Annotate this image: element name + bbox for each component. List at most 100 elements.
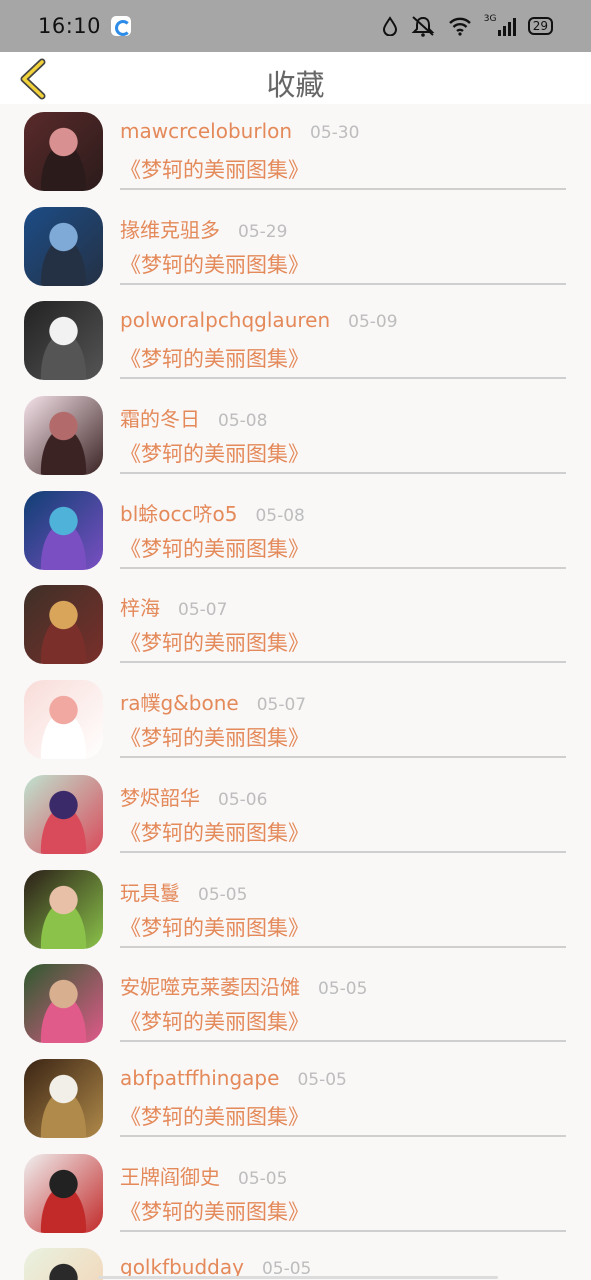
album-title-link[interactable]: 《梦轲的美丽图集》: [120, 627, 309, 657]
favorite-list-item[interactable]: 梓海 05-07 《梦轲的美丽图集》: [0, 577, 591, 672]
user-avatar[interactable]: [24, 206, 103, 286]
user-avatar[interactable]: [24, 585, 103, 665]
favorite-list-item[interactable]: 霜的冬日 05-08 《梦轲的美丽图集》: [0, 388, 591, 483]
divider: [120, 282, 566, 285]
user-avatar[interactable]: [24, 869, 103, 949]
user-name[interactable]: 梓海: [120, 592, 160, 621]
scroll-indicator: [98, 1276, 498, 1279]
divider: [120, 661, 566, 664]
favorite-list-item[interactable]: bl蜍occ哜o5 05-08 《梦轲的美丽图集》: [0, 483, 591, 578]
user-name[interactable]: 安妮噬克莱萎因沿傩: [120, 971, 300, 1000]
divider: [120, 472, 566, 475]
user-name[interactable]: mawcrceloburlon: [120, 119, 292, 143]
album-title-link[interactable]: 《梦轲的美丽图集》: [120, 154, 309, 184]
album-title-link[interactable]: 《梦轲的美丽图集》: [120, 817, 309, 847]
item-header: 掾维克驵多 05-29: [120, 214, 287, 243]
user-name[interactable]: abfpatffhingape: [120, 1066, 279, 1090]
title-bar: 收藏: [0, 52, 591, 104]
favorite-list-item[interactable]: mawcrceloburlon 05-30 《梦轲的美丽图集》: [0, 104, 591, 199]
divider: [120, 1229, 566, 1232]
item-header: mawcrceloburlon 05-30: [120, 119, 359, 143]
user-avatar[interactable]: [24, 774, 103, 854]
divider: [120, 566, 566, 569]
divider: [120, 1040, 566, 1043]
status-bar: 16:10 3G 29: [0, 0, 591, 52]
favorite-date: 05-08: [255, 505, 305, 526]
user-name[interactable]: 王牌阎御史: [120, 1161, 220, 1190]
item-header: 梓海 05-07: [120, 592, 227, 621]
divider: [120, 1134, 566, 1137]
item-header: bl蜍occ哜o5 05-08: [120, 498, 305, 527]
user-avatar[interactable]: [24, 964, 103, 1044]
favorite-date: 05-05: [297, 1069, 347, 1090]
album-title-link[interactable]: 《梦轲的美丽图集》: [120, 912, 309, 942]
favorite-list-item[interactable]: golkfbudday05-05《梦轲的美丽图集》: [0, 1240, 591, 1280]
user-avatar[interactable]: [24, 1248, 103, 1280]
favorite-date: 05-08: [218, 411, 268, 432]
user-name[interactable]: 霜的冬日: [120, 403, 200, 432]
item-header: 霜的冬日 05-08: [120, 403, 267, 432]
favorite-date: 05-09: [348, 312, 398, 333]
album-title-link[interactable]: 《梦轲的美丽图集》: [120, 1006, 309, 1036]
favorite-list-item[interactable]: abfpatffhingape 05-05 《梦轲的美丽图集》: [0, 1051, 591, 1146]
app-notification-icon: [111, 16, 132, 36]
water-drop-icon: [382, 16, 397, 36]
album-title-link[interactable]: 《梦轲的美丽图集》: [120, 722, 309, 752]
item-header: ra幞g&bone 05-07: [120, 687, 306, 716]
favorite-date: 05-05: [198, 884, 248, 905]
item-header: 梦烬韶华 05-06: [120, 782, 267, 811]
favorite-date: 05-07: [256, 695, 307, 716]
battery-level: 29: [532, 19, 548, 33]
album-title-link[interactable]: 《梦轲的美丽图集》: [120, 1101, 309, 1131]
album-title-link[interactable]: 《梦轲的美丽图集》: [120, 533, 309, 563]
divider: [120, 188, 566, 190]
favorite-date: 05-29: [238, 221, 288, 242]
favorites-list[interactable]: mawcrceloburlon 05-30 《梦轲的美丽图集》 掾维克驵多 05-29 《…: [0, 104, 591, 1280]
favorite-date: 05-30: [310, 123, 360, 143]
user-avatar[interactable]: [24, 301, 103, 381]
divider: [120, 850, 566, 853]
user-avatar[interactable]: [24, 1153, 103, 1233]
cellular-signal-icon: 3G: [483, 14, 516, 36]
user-name[interactable]: bl蜍occ哜o5: [120, 498, 237, 527]
divider: [120, 377, 566, 380]
user-name[interactable]: polworalpchqglauren: [120, 308, 330, 332]
status-icons: 3G 29: [382, 14, 553, 37]
user-avatar[interactable]: [24, 680, 103, 760]
album-title-link[interactable]: 《梦轲的美丽图集》: [120, 438, 309, 468]
status-time: 16:10: [38, 14, 102, 38]
network-type: 3G: [483, 14, 497, 24]
favorite-list-item[interactable]: 安妮噬克莱萎因沿傩 05-05 《梦轲的美丽图集》: [0, 956, 591, 1051]
user-name[interactable]: ra幞g&bone: [120, 687, 239, 716]
favorite-date: 05-06: [218, 789, 268, 810]
divider: [120, 945, 566, 948]
favorite-list-item[interactable]: 梦烬韶华 05-06 《梦轲的美丽图集》: [0, 767, 591, 862]
page-title: 收藏: [266, 68, 325, 102]
favorite-list-item[interactable]: polworalpchqglauren 05-09 《梦轲的美丽图集》: [0, 293, 591, 388]
user-avatar[interactable]: [24, 490, 103, 570]
favorite-list-item[interactable]: 掾维克驵多 05-29 《梦轲的美丽图集》: [0, 199, 591, 294]
muted-bell-icon: [411, 16, 435, 37]
favorite-date: 05-05: [238, 1168, 288, 1189]
divider: [120, 756, 566, 759]
user-name[interactable]: 玩具鬘: [120, 877, 180, 906]
album-title-link[interactable]: 《梦轲的美丽图集》: [120, 343, 309, 373]
battery-icon: 29: [527, 17, 553, 35]
item-header: polworalpchqglauren 05-09: [120, 308, 398, 332]
back-arrow-icon[interactable]: [16, 58, 48, 100]
item-header: 王牌阎御史 05-05: [120, 1161, 287, 1190]
favorite-date: 05-05: [318, 979, 368, 1000]
album-title-link[interactable]: 《梦轲的美丽图集》: [120, 249, 309, 279]
favorite-list-item[interactable]: 王牌阎御史 05-05 《梦轲的美丽图集》: [0, 1146, 591, 1241]
user-name[interactable]: 掾维克驵多: [120, 214, 220, 243]
user-avatar[interactable]: [24, 112, 103, 191]
favorite-date: 05-07: [178, 600, 228, 621]
item-header: abfpatffhingape 05-05: [120, 1066, 347, 1090]
favorite-list-item[interactable]: 玩具鬘 05-05 《梦轲的美丽图集》: [0, 862, 591, 957]
user-avatar[interactable]: [24, 396, 103, 476]
favorite-list-item[interactable]: ra幞g&bone 05-07 《梦轲的美丽图集》: [0, 672, 591, 767]
user-name[interactable]: 梦烬韶华: [120, 782, 200, 811]
wifi-icon: [448, 17, 471, 36]
user-avatar[interactable]: [24, 1058, 103, 1138]
album-title-link[interactable]: 《梦轲的美丽图集》: [120, 1196, 309, 1226]
